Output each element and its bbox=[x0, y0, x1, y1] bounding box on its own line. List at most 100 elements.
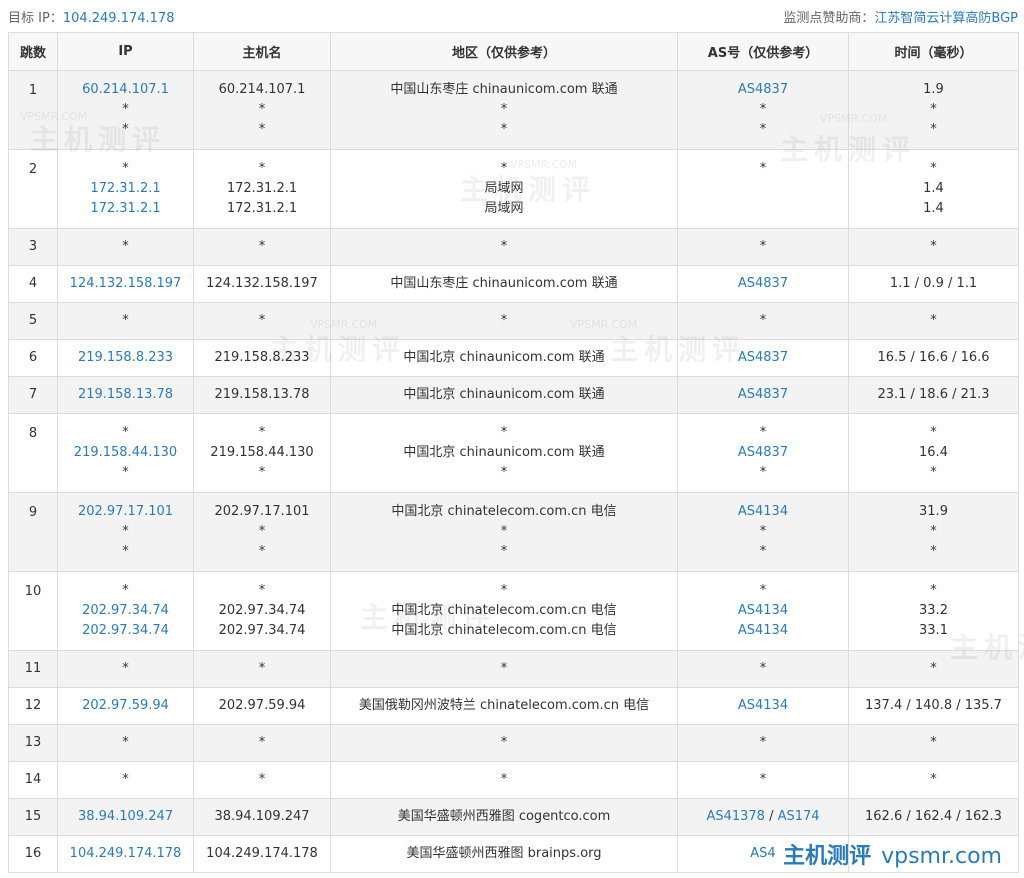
as-cell: AS4837 bbox=[677, 339, 849, 377]
header-as[interactable]: AS号（仅供参考） bbox=[677, 32, 849, 71]
hop-cell: 11 bbox=[8, 650, 58, 688]
hostname-cell: * bbox=[193, 724, 331, 762]
hostname-cell: 60.214.107.1 * * bbox=[193, 70, 331, 150]
as-value[interactable]: AS4837 bbox=[738, 276, 788, 291]
ip-cell: 219.158.13.78 bbox=[57, 376, 194, 414]
hostname-value: 172.31.2.1 bbox=[226, 201, 298, 216]
hostname-value: * bbox=[258, 661, 266, 676]
time-value: * bbox=[930, 772, 937, 787]
as-cell: * bbox=[677, 724, 849, 762]
header-hop[interactable]: 跳数 bbox=[8, 32, 58, 71]
region-value: 美国华盛顿州西雅图 brainps.org bbox=[406, 846, 602, 861]
as-value[interactable]: AS4134 bbox=[738, 603, 788, 618]
as-line: * bbox=[678, 522, 848, 542]
ip-value[interactable]: 202.97.34.74 bbox=[58, 621, 193, 641]
time-value: * bbox=[930, 661, 937, 676]
ip-cell: * bbox=[57, 761, 194, 799]
ip-value[interactable]: 219.158.13.78 bbox=[58, 385, 193, 405]
as-value[interactable]: AS4837 bbox=[738, 82, 788, 97]
target-info: 目标 IP：104.249.174.178 bbox=[8, 7, 174, 26]
ip-cell: 104.249.174.178 bbox=[57, 835, 194, 873]
sponsor-link[interactable]: 江苏智简云计算高防BGP bbox=[874, 11, 1018, 26]
ip-value[interactable]: 202.97.34.74 bbox=[58, 601, 193, 621]
time-cell: * bbox=[848, 761, 1019, 799]
region-value: 中国北京 chinaunicom.com 联通 bbox=[403, 387, 605, 402]
time-value: 16.5 / 16.6 / 16.6 bbox=[877, 350, 990, 365]
as-value[interactable]: AS4134 bbox=[738, 698, 788, 713]
hostname-cell: 124.132.158.197 bbox=[193, 265, 331, 303]
region-cell: * 中国北京 chinatelecom.com.cn 电信 中国北京 chinate… bbox=[330, 571, 678, 651]
as-value[interactable]: AS4 bbox=[750, 846, 775, 861]
region-value: * bbox=[500, 425, 508, 440]
as-value[interactable]: AS4837 bbox=[738, 387, 788, 402]
hop-cell: 14 bbox=[8, 761, 58, 799]
as-line bbox=[678, 179, 848, 199]
header-time[interactable]: 时间（毫秒） bbox=[848, 32, 1019, 71]
region-cell: * bbox=[330, 761, 678, 799]
region-value: 中国北京 chinaunicom.com 联通 bbox=[403, 350, 605, 365]
as-cell: AS4837 * * bbox=[677, 70, 849, 150]
target-label: 目标 IP： bbox=[8, 10, 63, 26]
time-cell: * bbox=[848, 302, 1019, 340]
time-value: * bbox=[930, 735, 937, 750]
ip-cell: 38.94.109.247 bbox=[57, 798, 194, 836]
table-row: 2 * 172.31.2.1 172.31.2.1 * 172.31.2.1 172.31.… bbox=[8, 149, 1019, 229]
hop-cell: 13 bbox=[8, 724, 58, 762]
ip-value[interactable]: 38.94.109.247 bbox=[58, 807, 193, 827]
ip-value[interactable]: 219.158.44.130 bbox=[58, 443, 193, 463]
hostname-value: 60.214.107.1 bbox=[218, 82, 306, 97]
as-cell: * AS4837 * bbox=[677, 413, 849, 493]
header-region[interactable]: 地区（仅供参考） bbox=[330, 32, 678, 71]
ip-value: * bbox=[122, 102, 129, 117]
as-line: * bbox=[678, 659, 848, 679]
hop-number: 9 bbox=[28, 505, 38, 520]
region-cell: 中国北京 chinatelecom.com.cn 电信 * * bbox=[330, 492, 678, 572]
ip-value[interactable]: 202.97.17.101 bbox=[58, 502, 193, 522]
region-value: * bbox=[500, 661, 508, 676]
ip-value[interactable]: 60.214.107.1 bbox=[58, 80, 193, 100]
hostname-value: * bbox=[258, 425, 266, 440]
time-cell: 1.9 * * bbox=[848, 70, 1019, 150]
as-value[interactable]: AS4134 bbox=[738, 623, 788, 638]
ip-value[interactable]: 104.249.174.178 bbox=[58, 844, 193, 864]
time-value: 1.4 bbox=[923, 201, 944, 216]
as-value[interactable]: AS4837 bbox=[738, 350, 788, 365]
sponsor-info: 监测点赞助商：江苏智简云计算高防BGP bbox=[783, 7, 1018, 26]
as-value[interactable]: AS41378 bbox=[706, 809, 765, 824]
ip-value: * bbox=[122, 239, 129, 254]
ip-value[interactable]: 172.31.2.1 bbox=[58, 199, 193, 219]
region-cell: * bbox=[330, 724, 678, 762]
ip-value[interactable]: 124.132.158.197 bbox=[58, 274, 193, 294]
region-value: * bbox=[500, 122, 508, 137]
hostname-cell: 219.158.8.233 bbox=[193, 339, 331, 377]
ip-cell: * 219.158.44.130 * bbox=[57, 413, 194, 493]
hop-cell: 1 bbox=[8, 70, 58, 150]
time-cell: * 1.4 1.4 bbox=[848, 149, 1019, 229]
table-row: 12 202.97.59.94 202.97.59.94 美国俄勒冈州波特兰 chin… bbox=[8, 687, 1019, 725]
as-value[interactable]: AS4134 bbox=[738, 504, 788, 519]
time-cell: 16.5 / 16.6 / 16.6 bbox=[848, 339, 1019, 377]
ip-value: * bbox=[122, 524, 129, 539]
as-value: * bbox=[759, 465, 767, 480]
hop-number: 8 bbox=[28, 426, 38, 441]
ip-value[interactable]: 219.158.8.233 bbox=[58, 348, 193, 368]
ip-cell: * 172.31.2.1 172.31.2.1 bbox=[57, 149, 194, 229]
ip-value[interactable]: 172.31.2.1 bbox=[58, 179, 193, 199]
header-ip[interactable]: IP bbox=[57, 32, 194, 71]
hostname-value: 202.97.34.74 bbox=[218, 623, 306, 638]
as-line: AS4837 bbox=[678, 348, 848, 368]
header-hostname[interactable]: 主机名 bbox=[193, 32, 331, 71]
hop-number: 12 bbox=[24, 698, 42, 713]
hostname-cell: * 219.158.44.130 * bbox=[193, 413, 331, 493]
as-cell: * bbox=[677, 650, 849, 688]
time-cell: 23.1 / 18.6 / 21.3 bbox=[848, 376, 1019, 414]
as-value[interactable]: AS4837 bbox=[738, 445, 788, 460]
region-value: 中国北京 chinatelecom.com.cn 电信 bbox=[391, 504, 617, 519]
table-row: 3 * * * * * bbox=[8, 228, 1019, 266]
hop-cell: 8 bbox=[8, 413, 58, 493]
ip-value[interactable]: 202.97.59.94 bbox=[58, 696, 193, 716]
target-ip-link[interactable]: 104.249.174.178 bbox=[63, 11, 175, 26]
as-value[interactable]: AS174 bbox=[778, 809, 820, 824]
hop-number: 15 bbox=[24, 809, 42, 824]
as-cell: * AS4134 AS4134 bbox=[677, 571, 849, 651]
